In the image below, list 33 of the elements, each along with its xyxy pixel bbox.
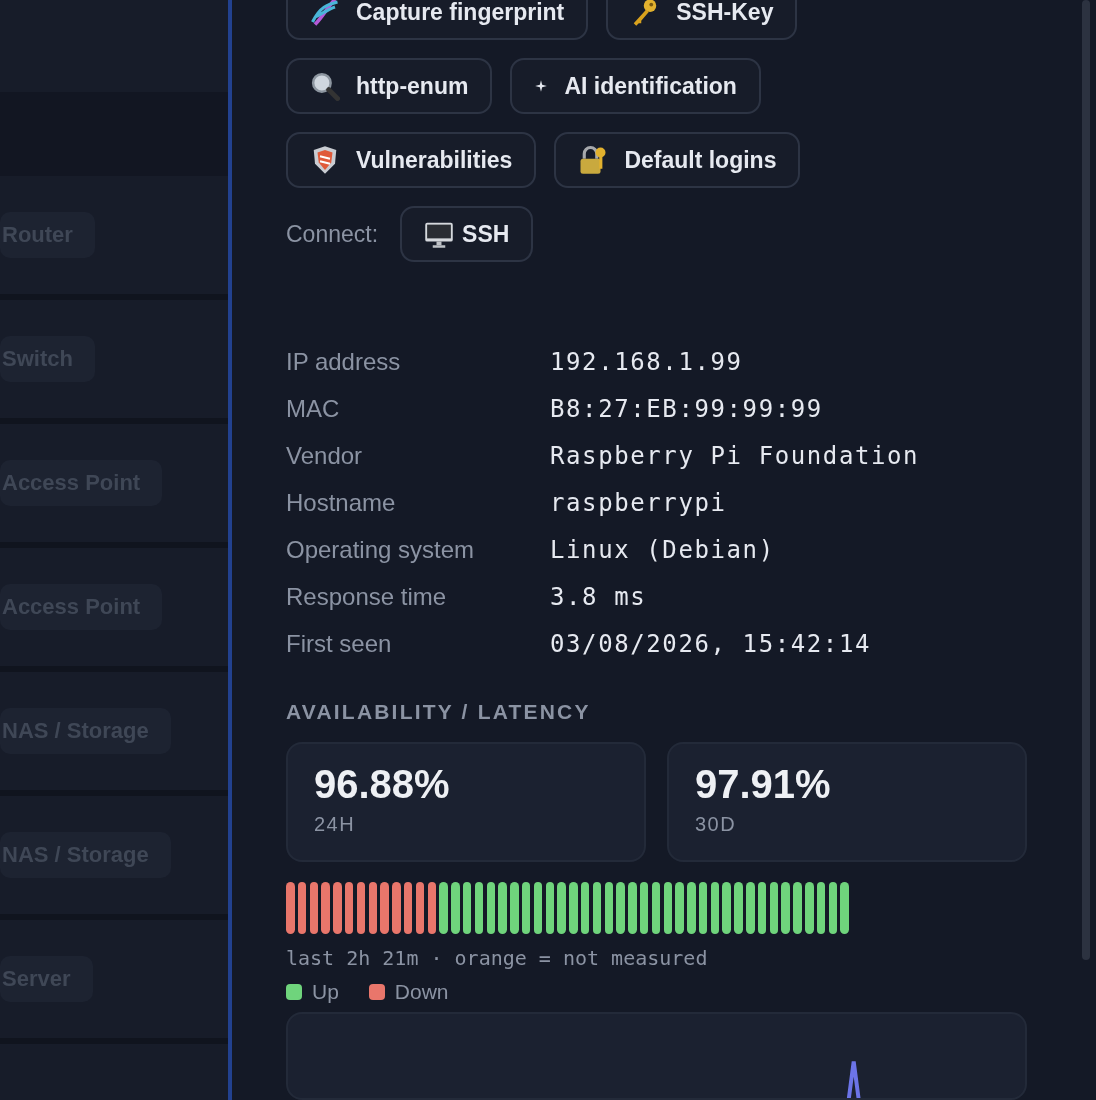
section-heading: AVAILABILITY / LATENCY xyxy=(286,700,592,724)
dna-icon xyxy=(310,0,340,27)
detail-label: Operating system xyxy=(286,535,476,565)
detail-label: MAC xyxy=(286,394,341,424)
detail-value: 3.8 ms xyxy=(550,582,648,613)
detail-value: Linux (Debian) xyxy=(550,535,776,566)
magnifier-icon xyxy=(310,71,340,101)
uptime-percentage: 96.88% xyxy=(314,762,451,807)
action-button[interactable]: Vulnerabilities xyxy=(286,132,537,188)
detail-label: Vendor xyxy=(286,441,364,471)
detail-label: IP address xyxy=(286,347,402,377)
action-button[interactable]: Capture fingerprint xyxy=(286,0,589,40)
action-button[interactable]: http-enum xyxy=(286,58,493,114)
period-label: 30D xyxy=(695,813,738,836)
connect-label: Connect: xyxy=(286,220,379,248)
detail-label: First seen xyxy=(286,629,393,659)
connect-button[interactable]: SSH xyxy=(400,206,534,262)
action-button[interactable]: Default logins xyxy=(554,132,801,188)
detail-value: B8:27:EB:99:99:99 xyxy=(550,394,824,425)
detail-value: 03/08/2026, 15:42:14 xyxy=(550,629,872,660)
legend-label: Down xyxy=(394,980,449,1004)
detail-value: Raspberry Pi Foundation xyxy=(550,441,921,472)
detail-value: 192.168.1.99 xyxy=(550,347,744,378)
detail-label: Hostname xyxy=(286,488,397,518)
scrollbar[interactable] xyxy=(1082,0,1090,960)
uptime-percentage: 97.91% xyxy=(695,762,832,807)
detail-label: Response time xyxy=(286,582,448,612)
history-caption: last 2h 21m · orange = not measured xyxy=(286,946,709,970)
action-button[interactable]: AI identification xyxy=(510,58,761,114)
legend-label: Up xyxy=(312,980,339,1004)
action-button[interactable]: SSH-Key xyxy=(606,0,798,40)
period-label: 24H xyxy=(314,813,357,836)
detail-value: raspberrypi xyxy=(550,488,728,519)
